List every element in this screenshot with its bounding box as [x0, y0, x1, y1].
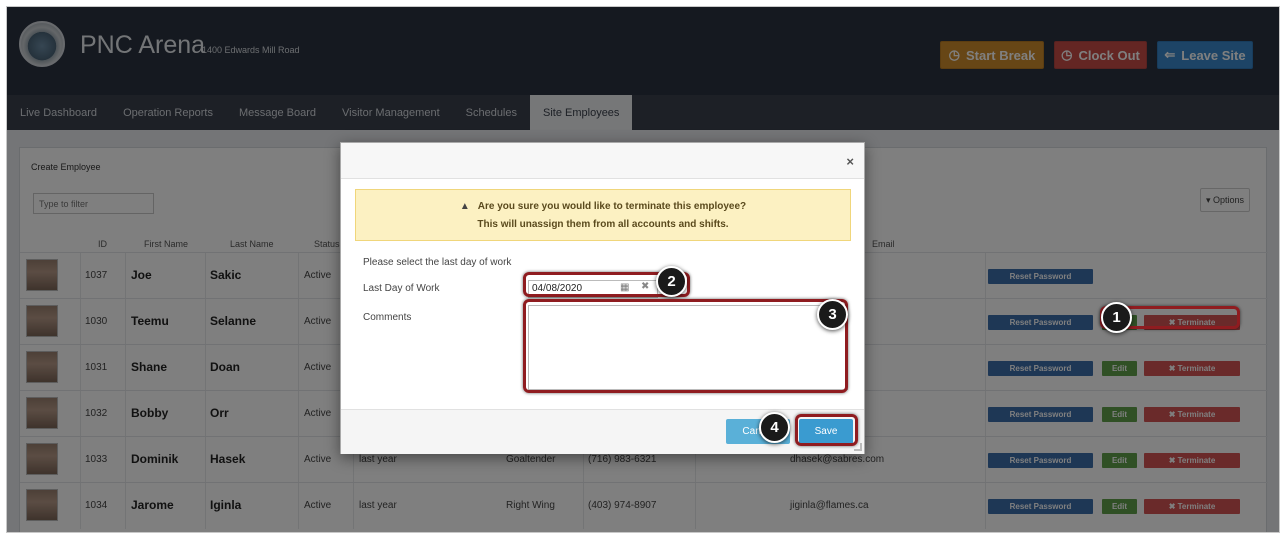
step-badge-4: 4: [759, 412, 790, 443]
close-icon[interactable]: ×: [846, 154, 854, 169]
highlight-save: [795, 414, 858, 446]
highlight-comments: [523, 299, 848, 393]
warning-alert: ▲ Are you sure you would like to terminat…: [355, 189, 851, 241]
dialog-header: ×: [341, 143, 864, 179]
step-badge-3: 3: [817, 299, 848, 330]
terminate-employee-dialog: × ▲ Are you sure you would like to termin…: [340, 142, 865, 454]
alert-question: Are you sure you would like to terminate…: [477, 201, 747, 212]
warning-triangle-icon: ▲: [459, 201, 470, 212]
step-badge-1: 1: [1101, 302, 1132, 333]
last-day-label: Last Day of Work: [363, 283, 440, 294]
alert-line-1-wrap: ▲ Are you sure you would like to terminat…: [356, 201, 850, 212]
alert-detail: This will unassign them from all account…: [477, 219, 729, 230]
comments-label: Comments: [363, 312, 412, 323]
instruction-text: Please select the last day of work: [363, 257, 512, 268]
step-badge-2: 2: [656, 266, 687, 297]
app-window: PNC Arena 1400 Edwards Mill Road ◷ Start…: [6, 6, 1280, 533]
